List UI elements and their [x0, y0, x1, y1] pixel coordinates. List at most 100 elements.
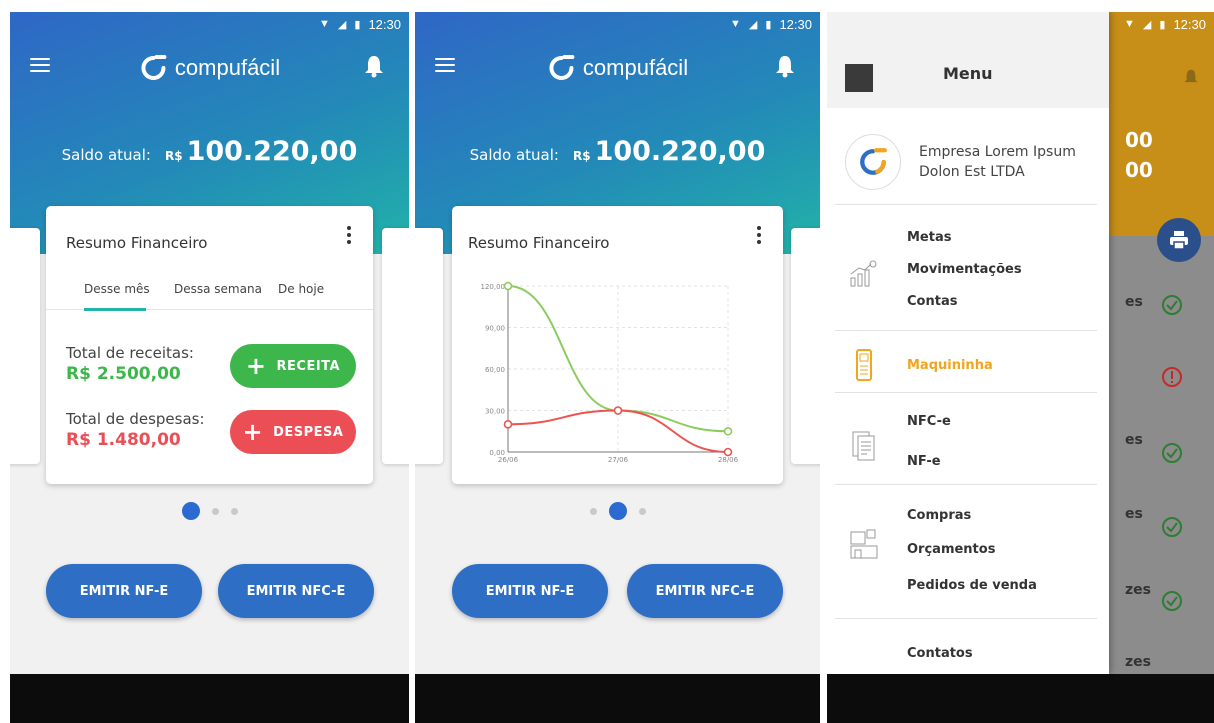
- list-item-text: es: [1125, 294, 1143, 310]
- compufacil-logo-icon: [140, 55, 166, 80]
- plus-icon: +: [242, 418, 264, 446]
- menu-item-movimentacoes[interactable]: Movimentações: [907, 262, 1022, 277]
- menu-item-compras[interactable]: Compras: [907, 508, 971, 523]
- notification-bell-icon[interactable]: [363, 54, 385, 78]
- expense-value: R$ 1.480,00: [66, 430, 181, 450]
- prev-card-peek[interactable]: [10, 228, 40, 464]
- status-time: 12:30: [779, 16, 812, 32]
- menu-item-contatos[interactable]: Contatos: [907, 646, 973, 661]
- brand-logo: compufácil: [547, 54, 688, 82]
- revenue-label: Total de receitas:: [66, 344, 194, 362]
- x-tick-label: 27/06: [608, 456, 629, 464]
- divider: [835, 330, 1097, 331]
- list-item-text: es: [1125, 506, 1143, 522]
- balance-label: Saldo atual:: [469, 146, 559, 164]
- chart-growth-icon: [850, 260, 877, 287]
- status-time: 12:30: [1173, 16, 1206, 32]
- carousel-dots: [415, 502, 820, 520]
- divider: [835, 618, 1097, 619]
- plus-icon: +: [245, 352, 267, 380]
- tab-this-week[interactable]: Dessa semana: [174, 282, 262, 296]
- check-circle-icon: [1162, 443, 1182, 463]
- navigation-drawer: Menu Empresa Lorem Ipsum Dolon Est LTDA …: [827, 12, 1109, 674]
- wifi-icon: ▼: [1124, 18, 1135, 30]
- menu-item-metas[interactable]: Metas: [907, 230, 951, 245]
- menu-item-nfce[interactable]: NFC-e: [907, 414, 951, 429]
- hamburger-menu-icon[interactable]: [435, 58, 455, 74]
- card-title: Resumo Financeiro: [468, 234, 610, 252]
- notification-bell-icon[interactable]: [1183, 68, 1199, 86]
- next-card-peek[interactable]: [791, 228, 820, 464]
- app-bar: compufácil: [10, 36, 409, 96]
- balance-display: Saldo atual: R$ 100.220,00: [10, 136, 409, 167]
- period-tabs: Desse mês Dessa semana De hoje: [46, 280, 373, 311]
- emit-nfce-button[interactable]: EMITIR NFC-E: [218, 564, 374, 618]
- store-icon: [850, 529, 878, 559]
- tab-today[interactable]: De hoje: [278, 282, 324, 296]
- battery-icon: ▮: [354, 18, 361, 31]
- tab-this-month[interactable]: Desse mês: [84, 282, 150, 296]
- emit-nfce-button[interactable]: EMITIR NFC-E: [627, 564, 783, 618]
- balance-label: Saldo atual:: [61, 146, 151, 164]
- status-bar: ▼ ◢ ▮ 12:30: [415, 12, 820, 36]
- emit-nfe-button[interactable]: EMITIR NF-E: [46, 564, 202, 618]
- balance-value: 100.220,00: [594, 136, 766, 167]
- menu-item-orcamentos[interactable]: Orçamentos: [907, 542, 995, 557]
- prev-card-peek[interactable]: [415, 228, 443, 464]
- carousel-dot[interactable]: [589, 507, 597, 515]
- company-info[interactable]: Empresa Lorem Ipsum Dolon Est LTDA: [845, 134, 1099, 190]
- expense-label: Total de despesas:: [66, 410, 205, 428]
- balance-display: Saldo atual: R$ 100.220,00: [415, 136, 820, 167]
- divider: [835, 484, 1097, 485]
- add-expense-button[interactable]: + DESPESA: [230, 410, 356, 454]
- x-tick-label: 26/06: [498, 456, 519, 464]
- more-options-icon[interactable]: [341, 224, 357, 246]
- list-item-text: zes: [1125, 582, 1151, 598]
- balance-currency: R$: [164, 149, 183, 163]
- company-logo-icon: [845, 134, 901, 190]
- close-drawer-button[interactable]: [845, 64, 873, 92]
- balance-fragment: 00: [1125, 128, 1153, 152]
- carousel-dot[interactable]: [638, 507, 646, 515]
- hamburger-menu-icon[interactable]: [30, 58, 50, 74]
- notification-bell-icon[interactable]: [774, 54, 796, 78]
- add-revenue-button[interactable]: + RECEITA: [230, 344, 356, 388]
- print-button[interactable]: [1157, 218, 1201, 262]
- data-point: [723, 426, 733, 436]
- financial-summary-card: Resumo Financeiro Desse mês Dessa semana…: [46, 206, 373, 484]
- battery-icon: ▮: [765, 18, 772, 31]
- compufacil-logo-icon: [548, 55, 574, 80]
- emit-nfe-button[interactable]: EMITIR NF-E: [452, 564, 608, 618]
- carousel-dot[interactable]: [181, 502, 200, 520]
- brand-logo: compufácil: [139, 54, 280, 82]
- phone-summary: ▼ ◢ ▮ 12:30 compufácil Saldo atual: R$ 1…: [10, 12, 409, 723]
- menu-item-contas[interactable]: Contas: [907, 294, 957, 309]
- wifi-icon: ▼: [730, 18, 741, 30]
- wifi-icon: ▼: [319, 18, 330, 30]
- active-tab-indicator: [84, 308, 146, 311]
- balance-currency: R$: [572, 149, 591, 163]
- menu-item-maquininha[interactable]: Maquininha: [907, 358, 993, 373]
- revenue-value: R$ 2.500,00: [66, 364, 181, 384]
- app-bar: compufácil: [415, 36, 820, 96]
- y-tick-label: 60,00: [485, 366, 505, 374]
- data-point: [613, 406, 623, 415]
- signal-icon: ◢: [337, 18, 347, 31]
- menu-item-nfe[interactable]: NF-e: [907, 454, 941, 469]
- divider: [835, 392, 1097, 393]
- card-machine-icon: [856, 349, 872, 381]
- carousel-dot[interactable]: [608, 502, 627, 520]
- battery-icon: ▮: [1159, 18, 1166, 31]
- carousel-dot[interactable]: [230, 507, 238, 515]
- check-circle-icon: [1162, 295, 1182, 315]
- brand-name: compufácil: [174, 55, 281, 80]
- x-tick-label: 28/06: [718, 456, 739, 464]
- more-options-icon[interactable]: [751, 224, 767, 246]
- carousel-dot[interactable]: [211, 507, 219, 515]
- financial-line-chart: 0,0030,0060,0090,00120,0026/06 27/06 28/06: [481, 281, 739, 464]
- divider: [835, 204, 1097, 205]
- status-time: 12:30: [368, 16, 401, 32]
- next-card-peek[interactable]: [382, 228, 409, 464]
- drawer-title: Menu: [943, 64, 993, 83]
- menu-item-pedidos-de-venda[interactable]: Pedidos de venda: [907, 578, 1037, 593]
